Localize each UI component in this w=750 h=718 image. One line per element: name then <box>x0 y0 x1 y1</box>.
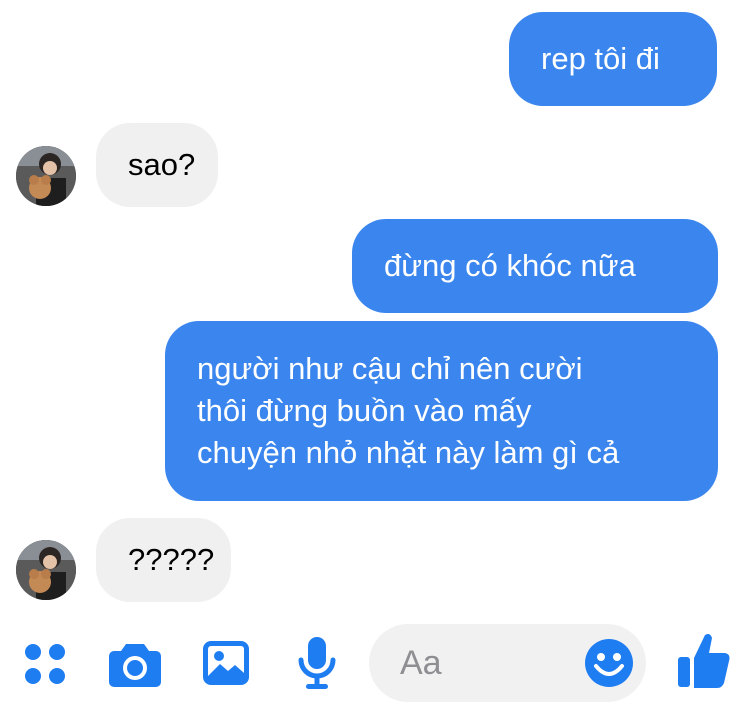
message-outgoing-3[interactable]: người như cậu chỉ nên cười thôi đừng buồ… <box>165 321 718 501</box>
emoji-icon[interactable] <box>584 638 634 688</box>
message-incoming-1[interactable]: sao? <box>96 123 218 207</box>
message-outgoing-1[interactable]: rep tôi đi <box>509 12 717 106</box>
avatar-photo <box>16 540 76 600</box>
microphone-icon[interactable] <box>297 636 337 690</box>
camera-icon[interactable] <box>108 638 162 688</box>
image-icon[interactable] <box>202 640 250 686</box>
message-incoming-2[interactable]: ????? <box>96 518 231 602</box>
like-icon[interactable] <box>677 631 731 689</box>
contact-avatar[interactable] <box>16 146 76 206</box>
message-outgoing-2[interactable]: đừng có khóc nữa <box>352 219 718 313</box>
message-input[interactable]: Aa <box>369 624 646 702</box>
contact-avatar[interactable] <box>16 540 76 600</box>
apps-icon[interactable] <box>22 641 68 687</box>
message-input-placeholder: Aa <box>400 644 442 682</box>
avatar-photo <box>16 146 76 206</box>
